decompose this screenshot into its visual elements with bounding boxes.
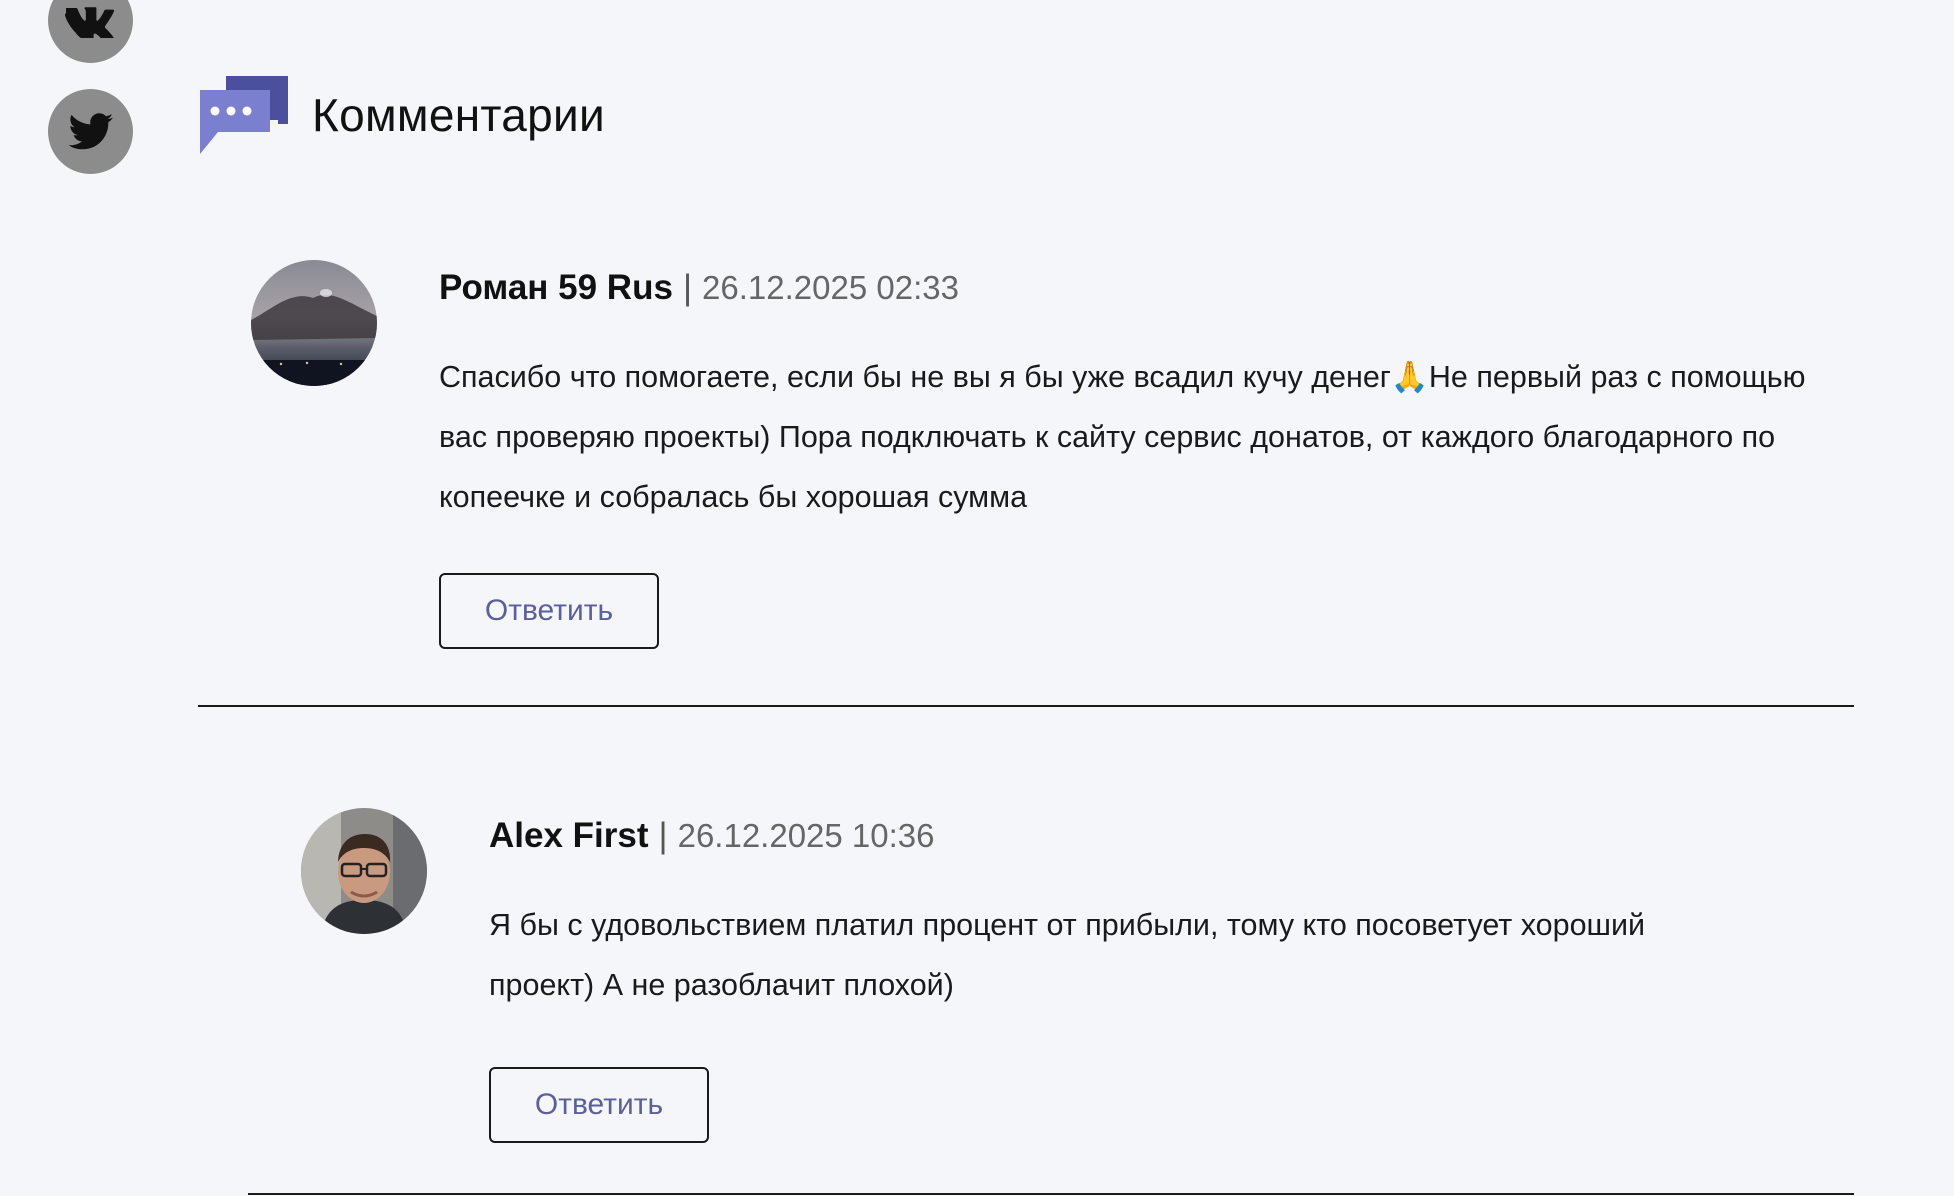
comments-title: Комментарии (312, 89, 606, 141)
comment-divider (248, 1193, 1854, 1195)
comment-body: Alex First | 26.12.2025 10:36 Я бы с удово… (489, 808, 1739, 1143)
reply-button[interactable]: Ответить (489, 1067, 709, 1143)
comment-text: Спасибо что помогаете, если бы не вы я б… (439, 360, 1806, 514)
comment-date: 26.12.2025 10:36 (677, 817, 935, 854)
comment-author: Роман 59 Rus (439, 268, 673, 307)
comment-meta: Alex First | 26.12.2025 10:36 (489, 818, 1739, 853)
comment-body: Роман 59 Rus | 26.12.2025 02:33 Спасибо чт… (439, 260, 1859, 649)
meta-separator: | (682, 268, 693, 307)
comment-author: Alex First (489, 816, 649, 855)
avatar (251, 260, 377, 386)
comment-text: Я бы с удовольствием платил процент от п… (489, 908, 1646, 1002)
meta-separator: | (658, 816, 668, 855)
twitter-share-button[interactable] (48, 89, 133, 174)
twitter-icon (68, 112, 113, 149)
vk-share-button[interactable] (48, 0, 133, 63)
reply-button[interactable]: Ответить (439, 573, 659, 649)
comments-heading: Комментарии (198, 74, 605, 156)
comment-meta: Роман 59 Rus | 26.12.2025 02:33 (439, 270, 1859, 305)
comment-divider (198, 705, 1854, 707)
vk-icon (64, 6, 114, 38)
avatar (301, 808, 427, 934)
chat-bubbles-icon (198, 74, 290, 156)
comment-date: 26.12.2025 02:33 (702, 269, 959, 306)
